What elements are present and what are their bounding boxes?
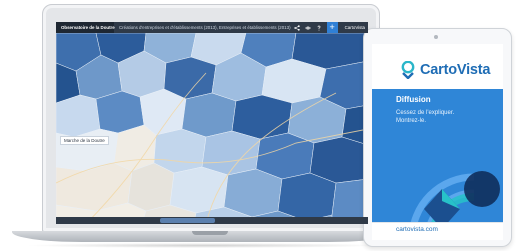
hero-panel: Diffusion Cessez de l'expliquer. Montrez… <box>372 89 503 222</box>
share-icon[interactable] <box>293 24 300 31</box>
map-place-label: Marche de la Doutre <box>60 136 109 145</box>
tagline-line-2: Montrez-le. <box>396 118 427 124</box>
panel-tagline: Cessez de l'expliquer. Montrez-le. <box>396 109 476 125</box>
cartovista-logo-icon <box>401 61 415 79</box>
tablet-camera <box>434 35 438 39</box>
map-app-toolbar: Observatoire de la Doutre Créations d'en… <box>56 22 368 33</box>
laptop-screen: Observatoire de la Doutre Créations d'en… <box>56 22 368 224</box>
brand-name: CartoVista <box>420 62 491 78</box>
laptop-shadow <box>24 243 384 248</box>
website-link[interactable]: cartovista.com <box>396 226 438 233</box>
choropleth-map[interactable] <box>56 33 368 224</box>
brand-badge: CartoVista <box>344 25 365 30</box>
brand-header: CartoVista <box>400 61 490 79</box>
toolbar-icons: + CartoVista <box>293 22 368 33</box>
tagline-line-1: Cessez de l'expliquer. <box>396 110 455 116</box>
timeline-slider[interactable] <box>160 218 215 223</box>
panel-title: Diffusion <box>396 95 431 104</box>
map-title[interactable]: Créations d'entreprises et d'établisseme… <box>114 25 294 30</box>
laptop-notch <box>192 231 228 235</box>
tablet-screen: CartoVista Diffusion Cessez de l'expliqu… <box>372 44 503 240</box>
app-title[interactable]: Observatoire de la Doutre <box>56 22 115 33</box>
divider <box>372 222 503 223</box>
add-layer-button[interactable]: + <box>326 22 338 33</box>
eye-icon[interactable] <box>304 25 311 31</box>
help-icon[interactable] <box>316 25 322 31</box>
